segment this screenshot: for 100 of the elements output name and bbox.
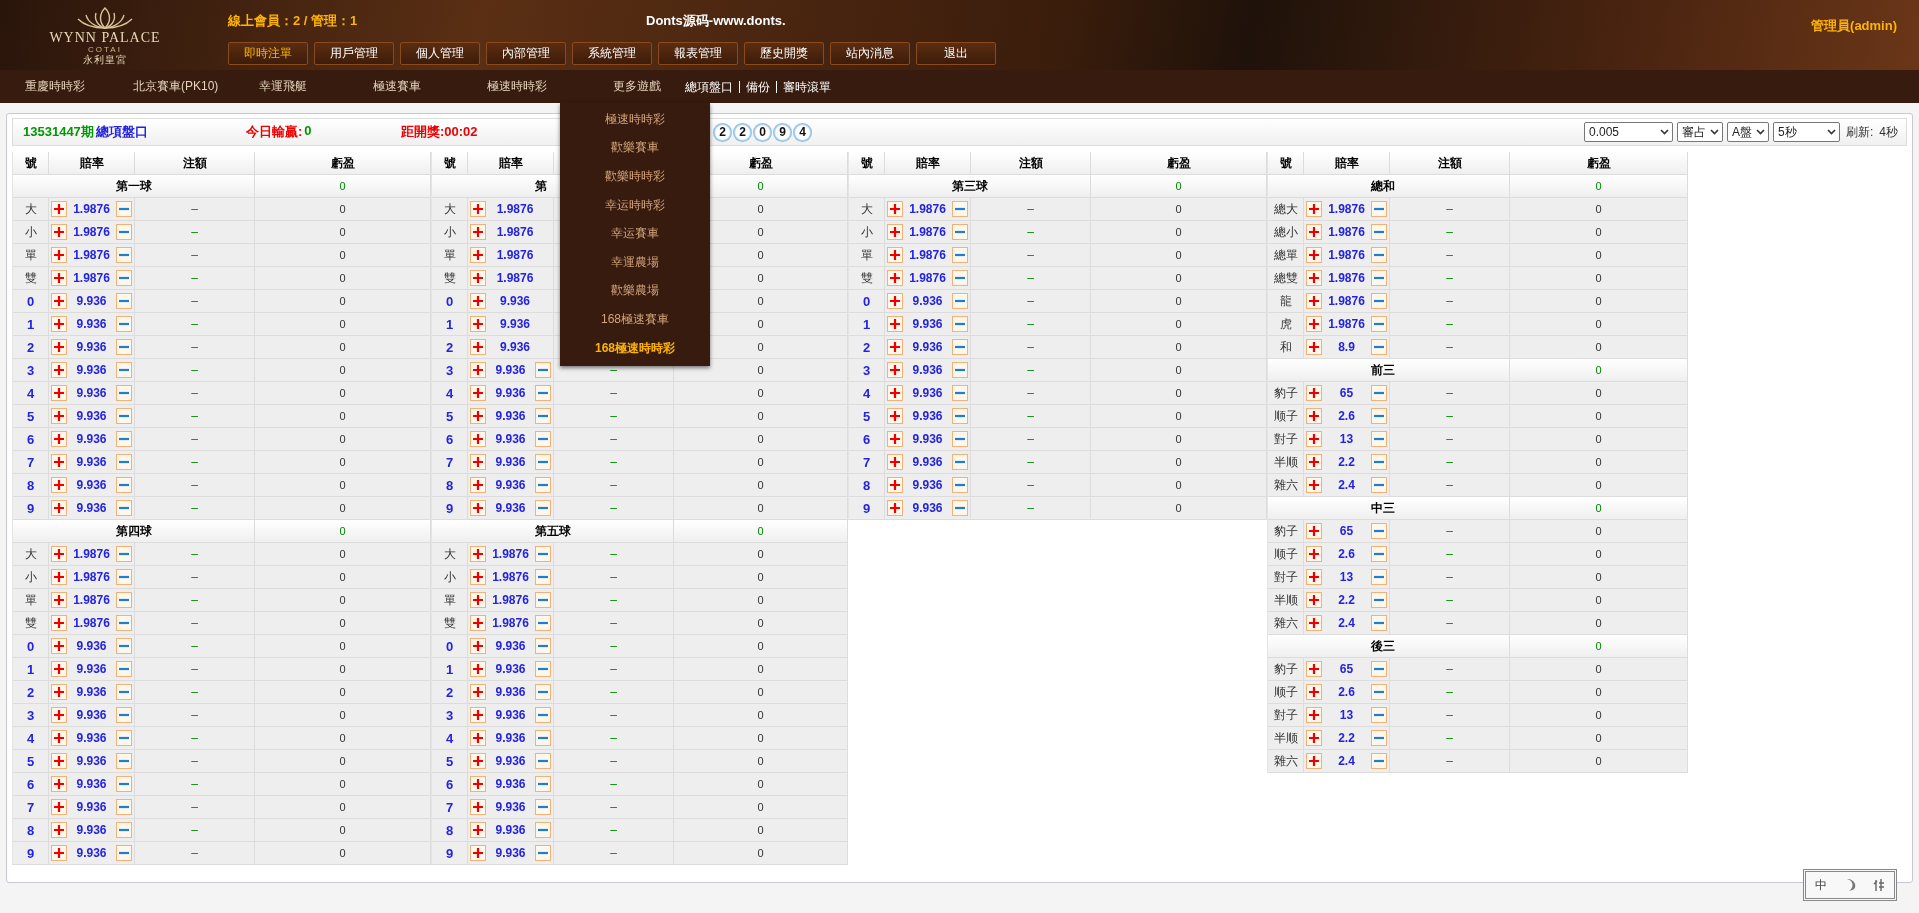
increase-button[interactable] xyxy=(470,569,486,585)
decrease-button[interactable] xyxy=(116,776,132,792)
decrease-button[interactable] xyxy=(116,661,132,677)
nav-button[interactable]: 歷史開獎 xyxy=(744,42,824,65)
increase-button[interactable] xyxy=(1306,684,1322,700)
select-field[interactable]: 5秒 xyxy=(1772,122,1840,142)
increase-button[interactable] xyxy=(887,385,903,401)
increase-button[interactable] xyxy=(1306,454,1322,470)
increase-button[interactable] xyxy=(470,776,486,792)
decrease-button[interactable] xyxy=(952,454,968,470)
nav-button[interactable]: 用戶管理 xyxy=(314,42,394,65)
increase-button[interactable] xyxy=(51,776,67,792)
decrease-button[interactable] xyxy=(116,799,132,815)
increase-button[interactable] xyxy=(470,339,486,355)
increase-button[interactable] xyxy=(51,362,67,378)
decrease-button[interactable] xyxy=(116,431,132,447)
decrease-button[interactable] xyxy=(116,224,132,240)
decrease-button[interactable] xyxy=(116,408,132,424)
increase-button[interactable] xyxy=(51,431,67,447)
decrease-button[interactable] xyxy=(116,339,132,355)
decrease-button[interactable] xyxy=(116,546,132,562)
increase-button[interactable] xyxy=(51,385,67,401)
decrease-button[interactable] xyxy=(952,431,968,447)
increase-button[interactable] xyxy=(1306,477,1322,493)
increase-button[interactable] xyxy=(51,477,67,493)
nav-button[interactable]: 退出 xyxy=(916,42,996,65)
nav-link[interactable]: 總項盤口 xyxy=(679,80,739,93)
decrease-button[interactable] xyxy=(535,454,551,470)
decrease-button[interactable] xyxy=(116,822,132,838)
decrease-button[interactable] xyxy=(535,592,551,608)
decrease-button[interactable] xyxy=(952,339,968,355)
decrease-button[interactable] xyxy=(116,293,132,309)
increase-button[interactable] xyxy=(887,293,903,309)
decrease-button[interactable] xyxy=(535,408,551,424)
game-link[interactable]: 幸運飛艇 xyxy=(259,78,373,95)
decrease-button[interactable] xyxy=(535,546,551,562)
increase-button[interactable] xyxy=(470,845,486,861)
increase-button[interactable] xyxy=(1306,753,1322,769)
increase-button[interactable] xyxy=(51,201,67,217)
increase-button[interactable] xyxy=(470,661,486,677)
increase-button[interactable] xyxy=(51,592,67,608)
decrease-button[interactable] xyxy=(1371,408,1387,424)
increase-button[interactable] xyxy=(470,270,486,286)
decrease-button[interactable] xyxy=(1371,477,1387,493)
increase-button[interactable] xyxy=(1306,615,1322,631)
increase-button[interactable] xyxy=(470,799,486,815)
decrease-button[interactable] xyxy=(116,845,132,861)
increase-button[interactable] xyxy=(470,546,486,562)
increase-button[interactable] xyxy=(470,684,486,700)
increase-button[interactable] xyxy=(887,339,903,355)
increase-button[interactable] xyxy=(51,799,67,815)
decrease-button[interactable] xyxy=(116,638,132,654)
decrease-button[interactable] xyxy=(1371,339,1387,355)
increase-button[interactable] xyxy=(51,707,67,723)
select-field[interactable]: 0.005 xyxy=(1583,122,1673,142)
increase-button[interactable] xyxy=(51,293,67,309)
increase-button[interactable] xyxy=(1306,730,1322,746)
decrease-button[interactable] xyxy=(1371,753,1387,769)
nav-button[interactable]: 站內消息 xyxy=(830,42,910,65)
decrease-button[interactable] xyxy=(1371,730,1387,746)
increase-button[interactable] xyxy=(1306,592,1322,608)
decrease-button[interactable] xyxy=(535,776,551,792)
increase-button[interactable] xyxy=(470,638,486,654)
increase-button[interactable] xyxy=(887,224,903,240)
increase-button[interactable] xyxy=(51,822,67,838)
decrease-button[interactable] xyxy=(535,684,551,700)
increase-button[interactable] xyxy=(470,500,486,516)
nav-link[interactable]: 審時滾單 xyxy=(776,80,837,93)
increase-button[interactable] xyxy=(1306,316,1322,332)
decrease-button[interactable] xyxy=(116,615,132,631)
increase-button[interactable] xyxy=(51,270,67,286)
increase-button[interactable] xyxy=(470,592,486,608)
decrease-button[interactable] xyxy=(952,201,968,217)
decrease-button[interactable] xyxy=(535,661,551,677)
increase-button[interactable] xyxy=(51,684,67,700)
decrease-button[interactable] xyxy=(116,201,132,217)
decrease-button[interactable] xyxy=(535,845,551,861)
menu-item[interactable]: 極速時時彩 xyxy=(560,105,710,134)
decrease-button[interactable] xyxy=(952,477,968,493)
increase-button[interactable] xyxy=(887,431,903,447)
nav-button[interactable]: 個人管理 xyxy=(400,42,480,65)
increase-button[interactable] xyxy=(470,454,486,470)
increase-button[interactable] xyxy=(470,316,486,332)
increase-button[interactable] xyxy=(1306,707,1322,723)
decrease-button[interactable] xyxy=(952,316,968,332)
increase-button[interactable] xyxy=(51,730,67,746)
language-stamp[interactable]: 中 xyxy=(1803,869,1897,901)
decrease-button[interactable] xyxy=(1371,201,1387,217)
decrease-button[interactable] xyxy=(535,362,551,378)
decrease-button[interactable] xyxy=(116,454,132,470)
decrease-button[interactable] xyxy=(116,730,132,746)
increase-button[interactable] xyxy=(1306,569,1322,585)
increase-button[interactable] xyxy=(470,707,486,723)
decrease-button[interactable] xyxy=(116,753,132,769)
decrease-button[interactable] xyxy=(535,569,551,585)
decrease-button[interactable] xyxy=(535,822,551,838)
decrease-button[interactable] xyxy=(116,362,132,378)
increase-button[interactable] xyxy=(1306,408,1322,424)
decrease-button[interactable] xyxy=(1371,569,1387,585)
increase-button[interactable] xyxy=(470,293,486,309)
